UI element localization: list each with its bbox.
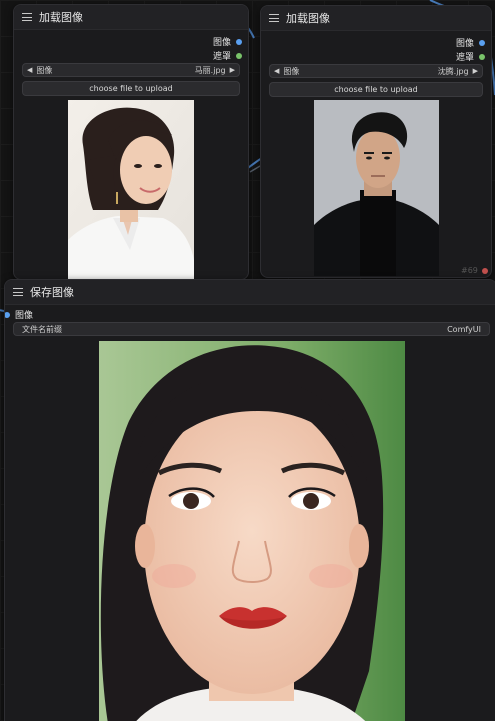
menu-icon[interactable] [13,288,23,296]
load-image-node-2[interactable]: 加载图像 图像 遮罩 ◀ 图像 沈腾.jpg ▶ choose file to … [260,5,492,278]
upload-button[interactable]: choose file to upload [269,82,483,97]
save-image-node[interactable]: 保存图像 图像 文件名前缀 ComfyUI [4,279,495,721]
node-header[interactable]: 加载图像 [14,5,248,30]
output-mask[interactable]: 遮罩 [456,50,485,63]
node-id: #69 [461,266,478,275]
combo-label: 图像 [283,66,300,76]
status-dot [482,268,488,274]
menu-icon[interactable] [269,14,279,22]
node-header[interactable]: 保存图像 [5,280,495,305]
input-image-label: 图像 [15,311,34,321]
upload-button[interactable]: choose file to upload [22,81,240,96]
preview-image [314,100,439,276]
output-mask[interactable]: 遮罩 [213,49,242,62]
output-image-label: 图像 [455,39,474,49]
node-title: 保存图像 [30,286,74,299]
filename-prefix-label: 文件名前缀 [22,324,62,334]
node-title: 加载图像 [39,11,83,24]
image-port[interactable] [479,39,485,46]
filename-prefix-value: ComfyUI [447,324,481,334]
image-combo[interactable]: ◀ 图像 沈腾.jpg ▶ [269,64,483,78]
input-image[interactable]: 图像 [5,308,34,321]
combo-value: 沈腾.jpg [437,66,469,76]
combo-left-arrow-icon[interactable]: ◀ [274,67,279,75]
mask-port[interactable] [479,53,485,60]
image-port[interactable] [236,38,242,45]
combo-right-arrow-icon[interactable]: ▶ [473,67,478,75]
combo-left-arrow-icon[interactable]: ◀ [27,66,32,74]
combo-value: 马丽.jpg [194,65,226,75]
image-combo[interactable]: ◀ 图像 马丽.jpg ▶ [22,63,240,77]
load-image-node-1[interactable]: 加载图像 图像 遮罩 ◀ 图像 马丽.jpg ▶ choose file to … [13,4,249,280]
node-header[interactable]: 加载图像 [261,6,491,31]
menu-icon[interactable] [22,13,32,21]
preview-image [68,100,194,279]
mask-port[interactable] [236,52,242,59]
graph-canvas[interactable]: 加载图像 图像 遮罩 ◀ 图像 马丽.jpg ▶ choose file to … [0,0,495,721]
combo-label: 图像 [36,65,53,75]
output-mask-label: 遮罩 [455,53,474,63]
image-port[interactable] [5,311,10,318]
output-image[interactable]: 图像 [456,36,485,49]
node-title: 加载图像 [286,12,330,25]
output-image-label: 图像 [212,38,231,48]
combo-right-arrow-icon[interactable]: ▶ [230,66,235,74]
filename-prefix-field[interactable]: 文件名前缀 ComfyUI [13,322,490,336]
output-mask-label: 遮罩 [212,52,231,62]
output-image[interactable]: 图像 [213,35,242,48]
output-image [99,341,405,721]
